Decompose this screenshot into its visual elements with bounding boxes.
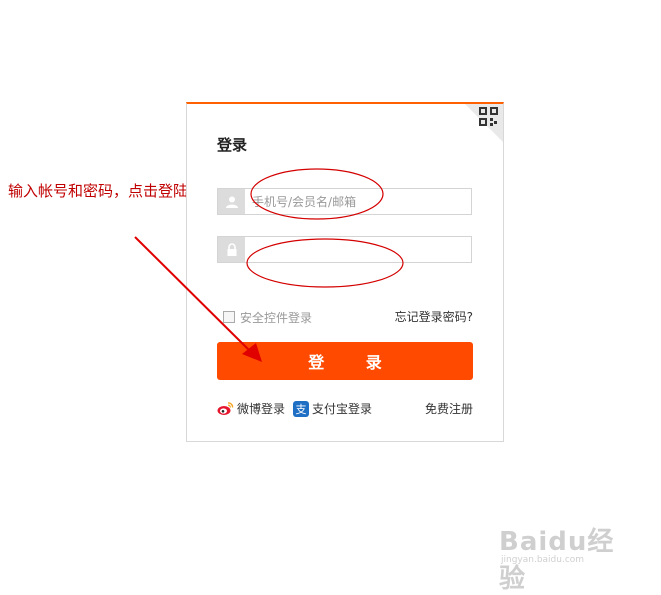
baidu-jingyan-watermark: Baidu经验 jingyan.baidu.com	[499, 521, 625, 594]
annotation-arrow	[134, 236, 262, 362]
watermark-url: jingyan.baidu.com	[501, 555, 585, 565]
